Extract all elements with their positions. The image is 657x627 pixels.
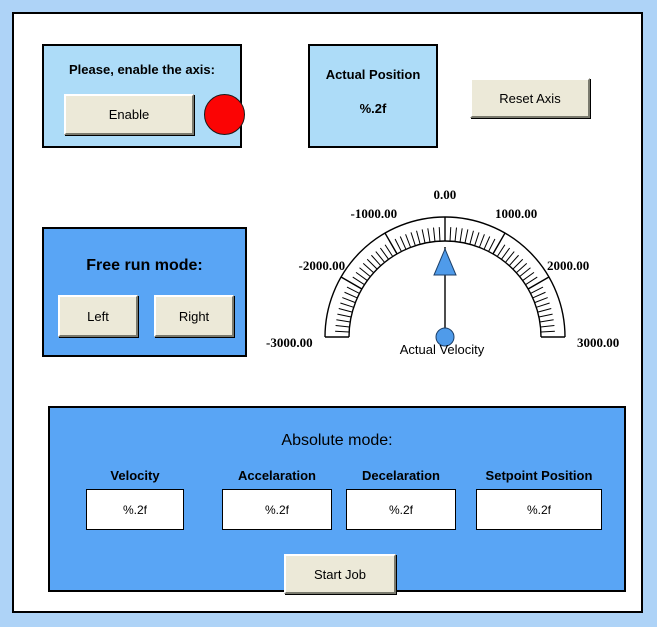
gauge-minor-tick: [505, 251, 515, 263]
actual-position-label: Actual Position: [325, 67, 421, 82]
field-label-velocity: Velocity: [110, 468, 160, 483]
gauge-minor-tick: [536, 302, 550, 308]
gauge-minor-tick: [394, 238, 402, 252]
gauge-minor-tick: [449, 227, 452, 242]
application-window: Please, enable the axis: Enable Actual P…: [12, 12, 643, 613]
gauge-minor-tick: [530, 286, 544, 294]
field-group-decelaration: Decelaration %.2f: [346, 468, 456, 530]
gauge-minor-tick: [438, 227, 441, 242]
gauge-minor-tick: [538, 313, 553, 318]
gauge-tick-label: 0.00: [433, 187, 457, 202]
gauge-minor-tick: [416, 230, 421, 245]
gauge-minor-tick: [454, 227, 457, 242]
gauge-minor-tick: [410, 232, 416, 246]
field-input-velocity[interactable]: %.2f: [86, 489, 184, 530]
jog-left-button[interactable]: Left: [58, 295, 138, 337]
gauge-minor-tick: [433, 227, 436, 242]
gauge-minor-tick: [519, 267, 531, 277]
gauge-minor-tick: [496, 244, 506, 257]
field-label-accelaration: Accelaration: [237, 468, 317, 483]
gauge-minor-tick: [478, 234, 485, 248]
gauge-tick-label: 3000.00: [577, 335, 620, 350]
field-label-decelaration: Decelaration: [361, 468, 441, 483]
jog-right-button[interactable]: Right: [154, 295, 234, 337]
free-run-mode-panel: Free run mode: Left Right: [42, 227, 247, 357]
gauge-minor-tick: [540, 330, 555, 333]
gauge-minor-tick: [335, 325, 350, 328]
enable-axis-title: Please, enable the axis:: [69, 62, 215, 77]
gauge-minor-tick: [474, 232, 480, 246]
gauge-minor-tick: [340, 302, 354, 308]
gauge-minor-tick: [355, 271, 368, 281]
gauge-tick-label: -3000.00: [266, 335, 313, 350]
gauge-major-tick: [340, 276, 363, 290]
field-group-setpoint-position: Setpoint Position %.2f: [476, 468, 602, 530]
gauge-minor-tick: [464, 229, 469, 244]
gauge-minor-tick: [539, 319, 554, 323]
gauge-minor-tick: [338, 308, 353, 313]
axis-status-led-icon: [204, 94, 245, 135]
gauge-major-tick: [384, 232, 398, 255]
gauge-minor-tick: [501, 247, 511, 260]
gauge-minor-tick: [421, 229, 426, 244]
gauge-minor-tick: [384, 244, 394, 257]
field-input-setpoint-position[interactable]: %.2f: [476, 489, 602, 530]
gauge-tick-label: -2000.00: [298, 258, 346, 273]
field-label-setpoint-position: Setpoint Position: [485, 468, 593, 483]
gauge-minor-tick: [534, 297, 548, 304]
gauge-minor-tick: [459, 228, 463, 243]
gauge-minor-tick: [352, 276, 365, 286]
enable-axis-panel: Please, enable the axis: Enable: [42, 44, 245, 148]
gauge-minor-tick: [375, 251, 385, 263]
absolute-mode-panel: Absolute mode: Velocity %.2f Accelaration%…: [48, 406, 626, 594]
reset-axis-button[interactable]: Reset Axis: [470, 78, 590, 118]
gauge-minor-tick: [525, 276, 538, 286]
field-input-accelaration[interactable]: %.2f: [222, 489, 332, 530]
gauge-minor-tick: [522, 271, 535, 281]
actual-velocity-gauge: Actual Velocity -3000.00 -2000.00 -1000.00…: [257, 162, 627, 367]
gauge-minor-tick: [342, 297, 356, 304]
absolute-mode-title: Absolute mode:: [281, 432, 393, 449]
actual-position-value: %.2f: [359, 101, 387, 116]
actual-position-panel: Actual Position %.2f: [308, 44, 438, 148]
enable-button[interactable]: Enable: [64, 94, 194, 135]
gauge-major-tick: [527, 276, 550, 290]
gauge-minor-tick: [540, 325, 555, 328]
gauge-major-tick: [492, 232, 506, 255]
gauge-minor-tick: [399, 236, 407, 250]
gauge-minor-tick: [488, 238, 496, 252]
gauge-minor-tick: [469, 230, 474, 245]
gauge-tick-label: 2000.00: [546, 258, 590, 273]
gauge-minor-tick: [379, 247, 389, 260]
gauge-minor-tick: [344, 291, 358, 299]
gauge-minor-tick: [483, 236, 491, 250]
gauge-minor-tick: [336, 319, 351, 323]
gauge-minor-tick: [335, 330, 350, 333]
gauge-minor-tick: [427, 228, 431, 243]
field-group-accelaration: Accelaration %.2f: [222, 468, 332, 530]
field-input-decelaration[interactable]: %.2f: [346, 489, 456, 530]
gauge-minor-tick: [359, 267, 371, 277]
gauge-minor-tick: [346, 286, 360, 294]
gauge-tick-label: -1000.00: [350, 206, 398, 222]
gauge-tick-label: 1000.00: [495, 206, 538, 222]
start-job-button[interactable]: Start Job: [284, 554, 396, 594]
gauge-minor-tick: [337, 313, 352, 318]
gauge-minor-tick: [405, 234, 412, 248]
gauge-minor-tick: [532, 291, 546, 299]
free-run-mode-title: Free run mode:: [86, 257, 203, 274]
field-group-velocity: Velocity %.2f: [86, 468, 184, 530]
gauge-minor-tick: [537, 308, 552, 313]
gauge-needle-pointer: [433, 247, 457, 276]
